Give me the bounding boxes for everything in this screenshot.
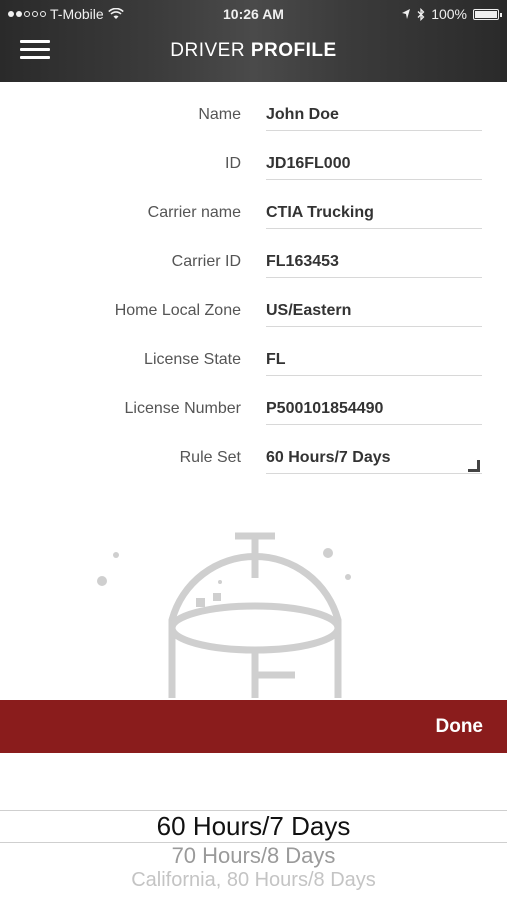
field-license-state: License State FL xyxy=(0,335,507,384)
field-label: License State xyxy=(144,351,241,368)
field-label: Name xyxy=(198,106,241,123)
page-title: DRIVER PROFILE xyxy=(0,40,507,62)
field-value[interactable]: JD16FL000 xyxy=(266,155,482,173)
field-value[interactable]: P500101854490 xyxy=(266,400,482,418)
field-value[interactable]: US/Eastern xyxy=(266,302,482,320)
done-button[interactable]: Done xyxy=(436,716,484,738)
title-bold: PROFILE xyxy=(250,40,337,61)
battery-icon xyxy=(473,8,502,20)
field-underline xyxy=(266,473,482,474)
app-header: T-Mobile 10:26 AM 100% DRIVER PROFILE xyxy=(0,0,507,82)
field-label: ID xyxy=(225,155,241,172)
field-label: Carrier name xyxy=(147,204,241,221)
field-id: ID JD16FL000 xyxy=(0,139,507,188)
field-underline xyxy=(266,326,482,327)
status-right: 100% xyxy=(401,6,502,22)
field-label: Carrier ID xyxy=(171,253,241,270)
field-value[interactable]: FL xyxy=(266,351,482,369)
field-underline xyxy=(266,277,482,278)
field-value[interactable]: CTIA Trucking xyxy=(266,204,482,222)
rule-set-select[interactable]: 60 Hours/7 Days xyxy=(266,449,482,467)
battery-percent: 100% xyxy=(431,6,467,22)
picker-option[interactable]: California, 80 Hours/8 Days xyxy=(0,869,507,891)
field-label: Rule Set xyxy=(179,449,241,466)
bluetooth-icon xyxy=(417,7,425,21)
field-license-number: License Number P500101854490 xyxy=(0,384,507,433)
field-underline xyxy=(266,130,482,131)
field-underline xyxy=(266,228,482,229)
field-carrier-name: Carrier name CTIA Trucking xyxy=(0,188,507,237)
field-name: Name John Doe xyxy=(0,90,507,139)
field-home-local-zone: Home Local Zone US/Eastern xyxy=(0,286,507,335)
field-label: Home Local Zone xyxy=(114,302,241,319)
driver-helmet-icon xyxy=(97,532,351,698)
field-label: License Number xyxy=(124,400,242,417)
status-bar: T-Mobile 10:26 AM 100% xyxy=(0,0,507,28)
picker-option[interactable]: 70 Hours/8 Days xyxy=(0,843,507,869)
field-value[interactable]: John Doe xyxy=(266,106,482,124)
field-carrier-id: Carrier ID FL163453 xyxy=(0,237,507,286)
field-underline xyxy=(266,179,482,180)
picker-option-selected[interactable]: 60 Hours/7 Days xyxy=(0,811,507,842)
done-bar: Done xyxy=(0,700,507,753)
rule-set-picker[interactable]: 60 Hours/7 Days 70 Hours/8 Days Californ… xyxy=(0,753,507,900)
field-rule-set[interactable]: Rule Set 60 Hours/7 Days xyxy=(0,433,507,482)
dropdown-corner-icon xyxy=(468,460,480,472)
location-arrow-icon xyxy=(402,9,411,19)
driver-profile-form: Name John Doe ID JD16FL000 Carrier name … xyxy=(0,90,507,482)
title-light: DRIVER xyxy=(170,40,251,61)
field-value[interactable]: FL163453 xyxy=(266,253,482,271)
field-underline xyxy=(266,375,482,376)
field-underline xyxy=(266,424,482,425)
